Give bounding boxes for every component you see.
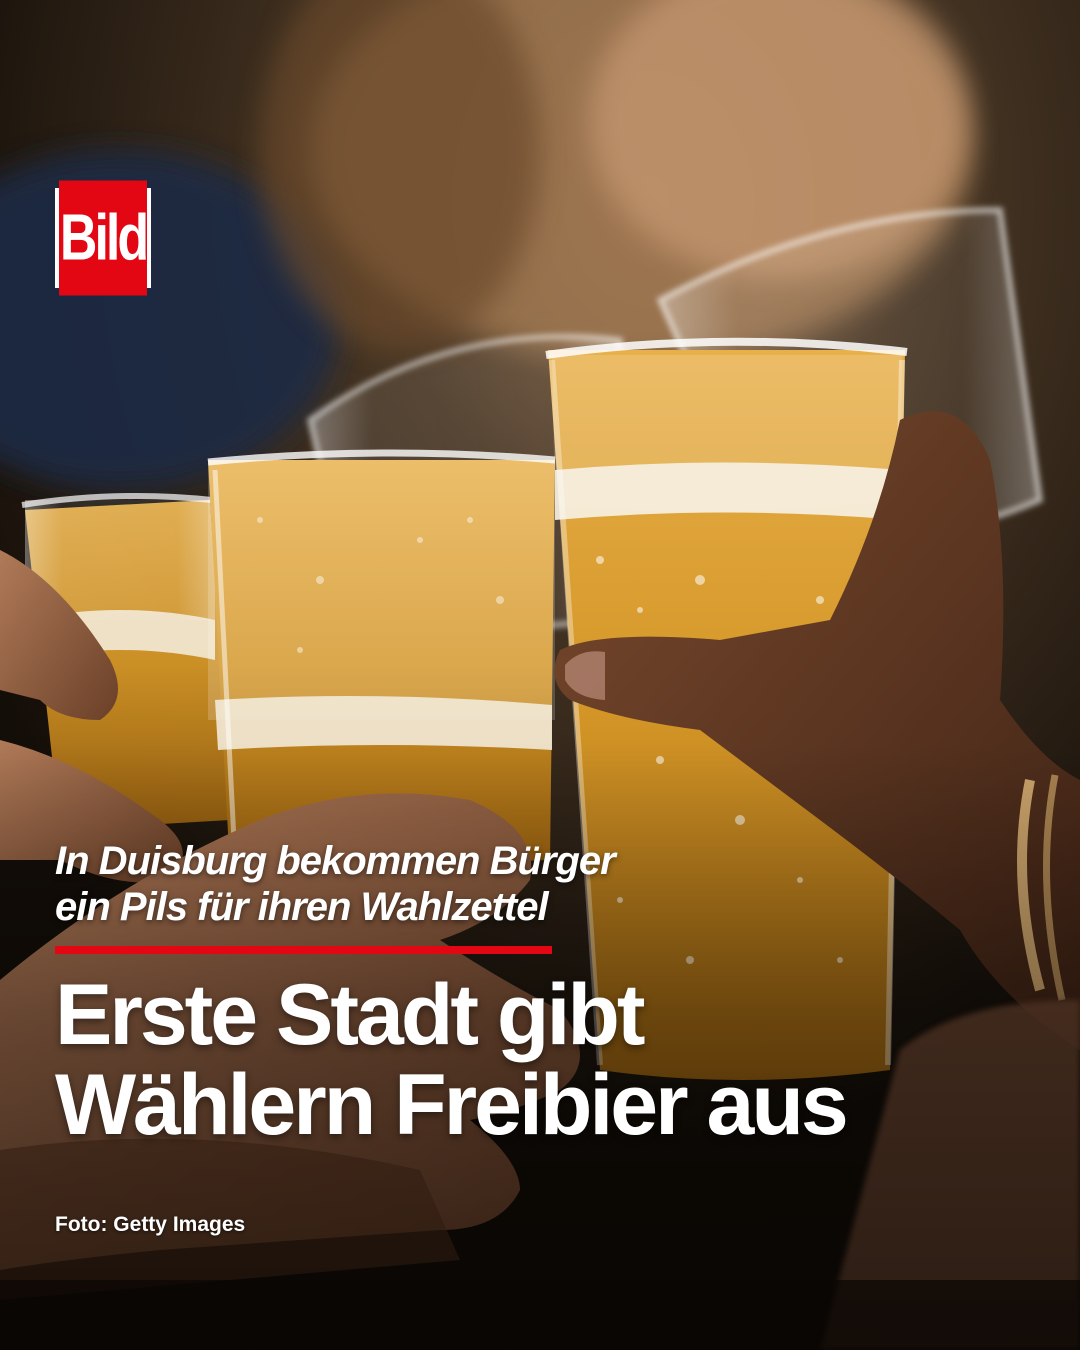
kicker-line-1: In Duisburg bekommen Bürger <box>55 839 616 883</box>
bild-logo: Bild <box>55 180 151 296</box>
red-divider <box>55 946 552 954</box>
bild-logo-text: Bild <box>59 180 149 296</box>
photo-credit: Foto: Getty Images <box>55 1213 246 1236</box>
headline-line-2: Wählern Freibier aus <box>55 1057 849 1153</box>
headline-line-1: Erste Stadt gibt <box>55 967 646 1063</box>
headline: Erste Stadt gibt Wählern Freibier aus <box>55 970 1035 1150</box>
kicker-line-2: ein Pils für ihren Wahlzettel <box>55 885 549 929</box>
kicker: In Duisburg bekommen Bürger ein Pils für… <box>55 838 815 930</box>
post-card: Bild In Duisburg bekommen Bürger ein Pil… <box>0 0 1080 1350</box>
